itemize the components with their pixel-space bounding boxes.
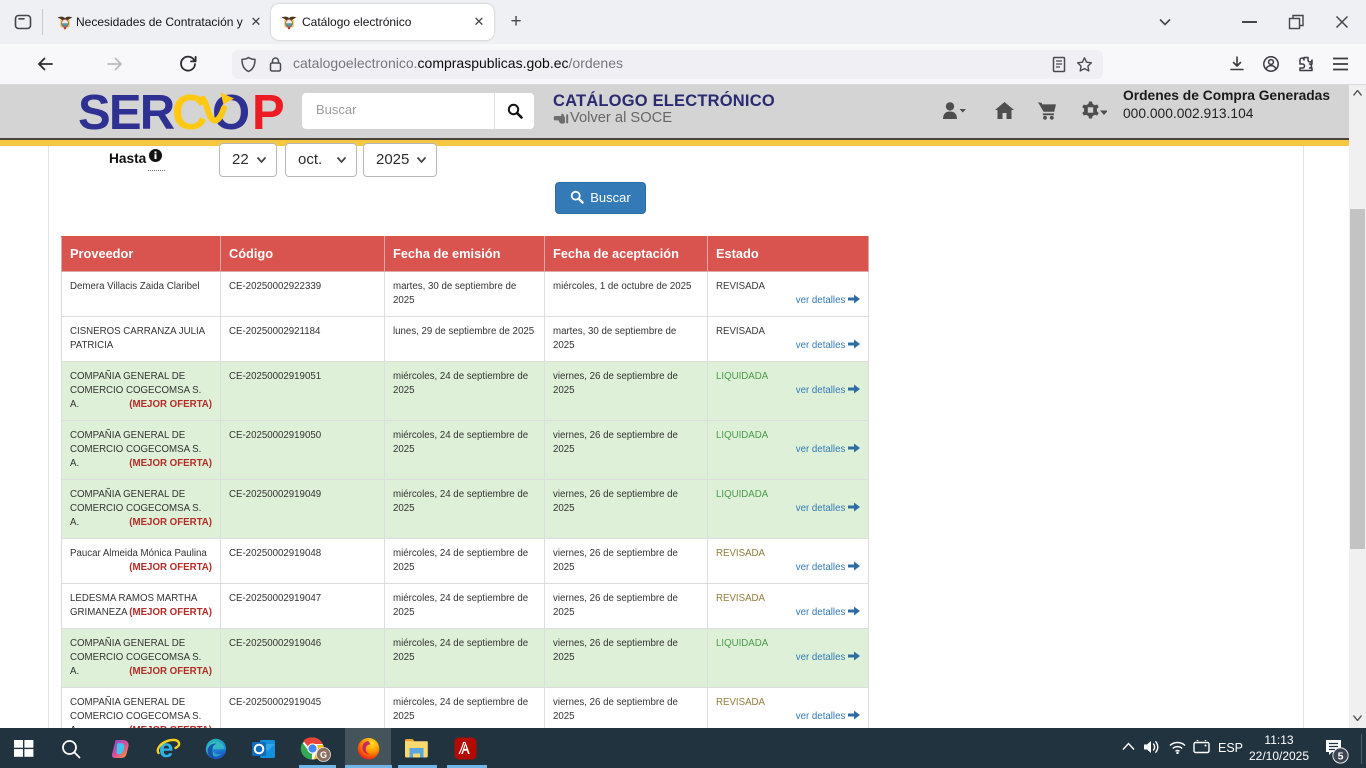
svg-text:SERCOP: SERCOP bbox=[78, 88, 285, 140]
svg-text:G: G bbox=[320, 750, 327, 760]
svg-text:5: 5 bbox=[1338, 750, 1344, 762]
